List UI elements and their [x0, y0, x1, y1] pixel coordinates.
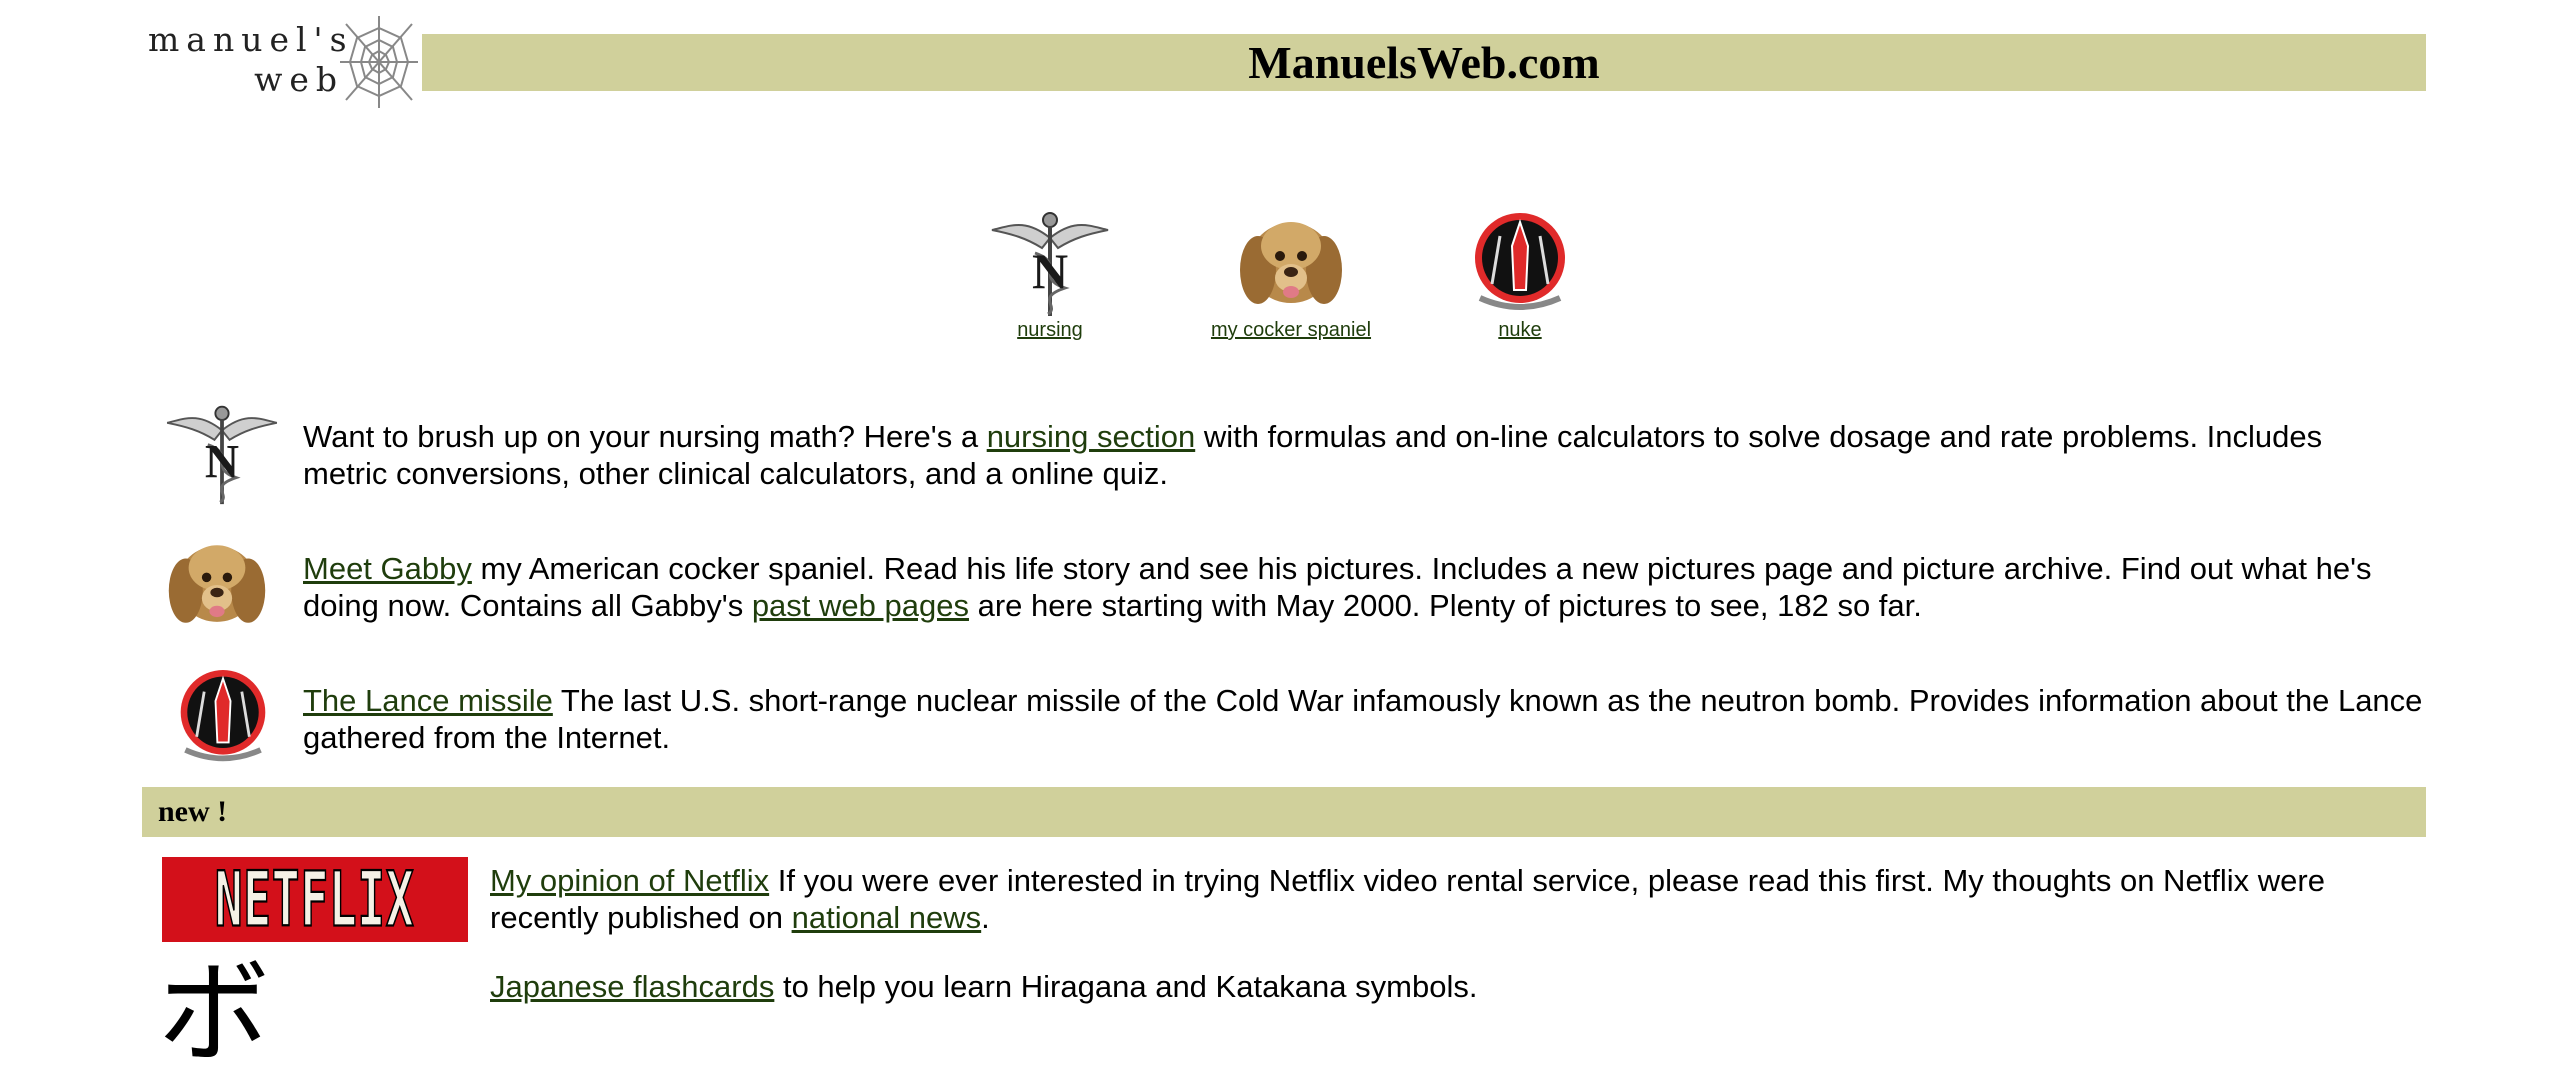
nav-item-nursing[interactable]: N nursing [990, 208, 1110, 342]
site-logo[interactable]: manuel's web [148, 14, 428, 114]
lance-missile-link[interactable]: The Lance missile [303, 683, 553, 718]
gabby-description: Meet Gabby my American cocker spaniel. R… [303, 550, 2403, 624]
nav-item-nuke[interactable]: nuke [1470, 208, 1570, 342]
netflix-text-after: . [981, 900, 990, 935]
meet-gabby-link[interactable]: Meet Gabby [303, 551, 472, 586]
nav-item-dog[interactable]: my cocker spaniel [1196, 208, 1386, 342]
new-section-bar: new ! [142, 787, 2426, 837]
netflix-opinion-link[interactable]: My opinion of Netflix [490, 863, 769, 898]
lance-description: The Lance missile The last U.S. short-ra… [303, 682, 2423, 756]
nav-link-nursing[interactable]: nursing [990, 318, 1110, 342]
nursing-caduceus-icon: N [166, 405, 278, 505]
spiderweb-icon [340, 16, 418, 108]
new-section-label: new ! [158, 795, 228, 828]
dog-icon[interactable] [1236, 208, 1346, 318]
nursing-description: Want to brush up on your nursing math? H… [303, 418, 2403, 492]
past-web-pages-link[interactable]: past web pages [752, 588, 969, 623]
svg-text:N: N [205, 437, 239, 489]
japanese-description: Japanese flashcards to help you learn Hi… [490, 968, 2410, 1005]
gabby-text-after: are here starting with May 2000. Plenty … [968, 588, 1922, 623]
svg-text:N: N [1032, 243, 1068, 299]
dog-icon [168, 545, 266, 623]
header-bar: ManuelsWeb.com [422, 34, 2426, 91]
site-title: ManuelsWeb.com [1248, 37, 1600, 88]
lance-text-after: The last U.S. short-range nuclear missil… [303, 683, 2423, 755]
netflix-description: My opinion of Netflix If you were ever i… [490, 862, 2410, 936]
logo-line-1: manuel's [148, 20, 354, 59]
nursing-text-before: Want to brush up on your nursing math? H… [303, 419, 987, 454]
nav-link-nuke[interactable]: nuke [1470, 318, 1570, 342]
japanese-flashcards-link[interactable]: Japanese flashcards [490, 969, 774, 1004]
netflix-logo: NETFLIX [162, 854, 468, 945]
japanese-text-after: to help you learn Hiragana and Katakana … [774, 969, 1478, 1004]
katakana-bo-glyph: ボ [158, 949, 270, 1079]
logo-text: manuel's web [148, 20, 354, 100]
netflix-logo-text: NETFLIX [214, 854, 415, 945]
nuke-insignia-icon[interactable] [1470, 208, 1570, 318]
national-news-link[interactable]: national news [792, 900, 982, 935]
nursing-section-link[interactable]: nursing section [987, 419, 1196, 454]
nursing-caduceus-icon[interactable]: N [990, 208, 1110, 318]
nuke-insignia-icon [180, 670, 266, 762]
logo-line-2: web [254, 60, 344, 99]
nav-link-dog[interactable]: my cocker spaniel [1196, 318, 1386, 342]
